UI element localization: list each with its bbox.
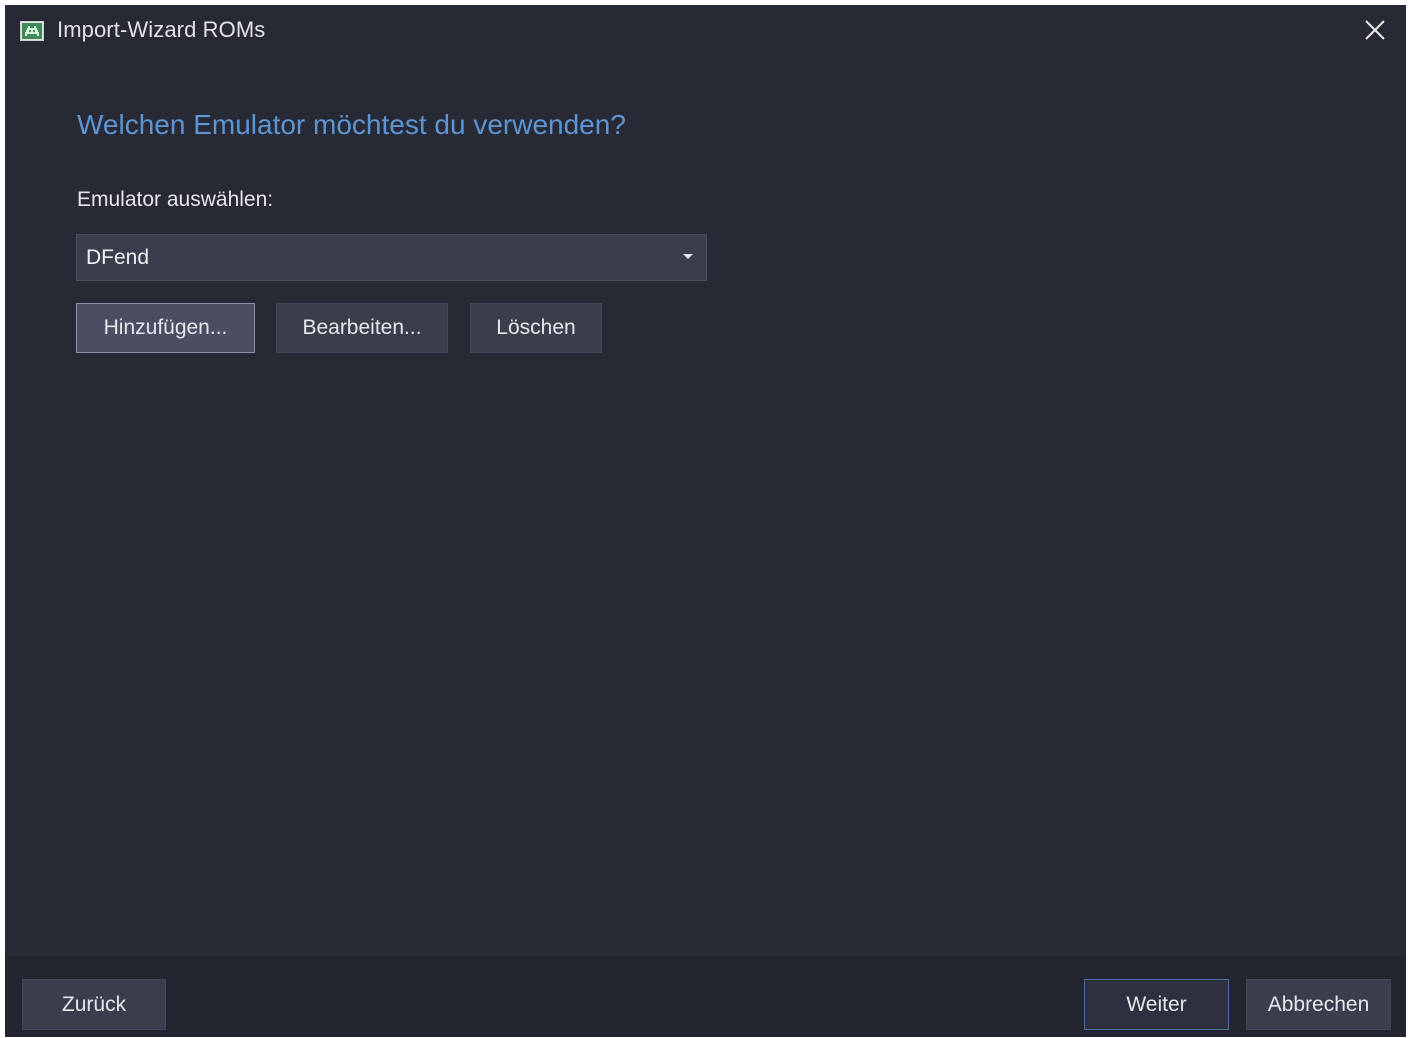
- chevron-down-icon: [683, 254, 693, 259]
- space-invader-icon: [20, 21, 44, 41]
- wizard-window: Import-Wizard ROMs Welchen Emulator möch…: [5, 5, 1406, 1037]
- add-emulator-button[interactable]: Hinzufügen...: [76, 303, 255, 353]
- next-button[interactable]: Weiter: [1084, 979, 1229, 1030]
- emulator-select-label: Emulator auswählen:: [77, 188, 274, 211]
- delete-emulator-button[interactable]: Löschen: [470, 303, 602, 353]
- cancel-button[interactable]: Abbrechen: [1246, 979, 1391, 1030]
- title-bar: Import-Wizard ROMs: [5, 5, 1406, 57]
- emulator-select-value: DFend: [86, 246, 150, 269]
- footer-bar: Zurück Weiter Abbrechen: [5, 956, 1406, 1037]
- edit-emulator-button[interactable]: Bearbeiten...: [276, 303, 448, 353]
- window-title: Import-Wizard ROMs: [57, 17, 266, 42]
- back-button[interactable]: Zurück: [22, 979, 166, 1030]
- page-heading: Welchen Emulator möchtest du verwenden?: [77, 109, 626, 140]
- close-icon[interactable]: [1362, 17, 1388, 43]
- emulator-select[interactable]: DFend: [76, 234, 707, 281]
